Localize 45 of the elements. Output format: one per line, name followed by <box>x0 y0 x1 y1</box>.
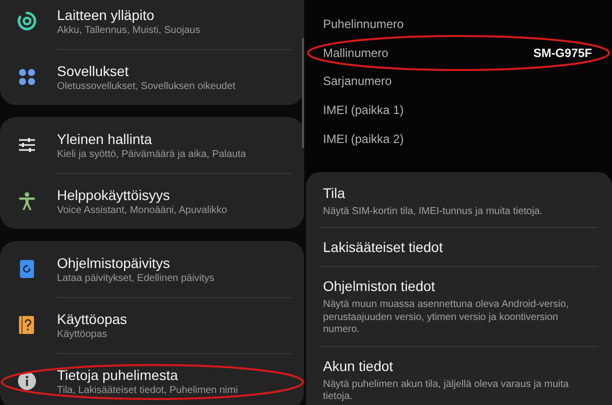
field-label: Sarjanumero <box>323 74 392 88</box>
field-value: SM-G975F <box>533 46 592 60</box>
item-title: Tietoja puhelimesta <box>57 366 178 384</box>
sliders-icon <box>18 138 34 152</box>
item-subtitle: Näytä puhelimen akun tila, jäljellä oleva varaus ja muita tietoja. <box>323 378 570 404</box>
item-subtitle: Näytä muun muassa asennettuna oleva Android-versio, perustaajuuden versio, ytimen versio ja koontiversion numero. <box>323 299 570 337</box>
item-subtitle: Tila, Lakisääteiset tiedot, Puhelimen nimi <box>57 384 238 397</box>
circular-arrow-icon <box>16 11 36 31</box>
field-label: IMEI (paikka 2) <box>323 132 404 146</box>
item-title: Sovellukset <box>57 62 129 80</box>
item-title: Ohjelmistopäivitys <box>57 254 170 272</box>
help-book-icon <box>19 316 34 334</box>
item-subtitle: Käyttöopas <box>57 328 108 341</box>
item-subtitle: Akku, Tallennus, Muisti, Suojaus <box>57 24 200 36</box>
field-label: IMEI (paikka 1) <box>323 103 404 118</box>
item-title: Ohjelmiston tiedot <box>323 277 436 296</box>
accessibility-icon <box>18 192 34 210</box>
item-subtitle: Lataa päivitykset, Edellinen päivitys <box>57 272 214 284</box>
info-icon <box>18 372 36 390</box>
info-item[interactable]: Lakisääteiset tiedot <box>320 227 598 266</box>
settings-item[interactable]: Sovellukset Oletussovellukset, Sovelluksen oikeudet <box>0 49 304 105</box>
item-subtitle: Oletussovellukset, Sovelluksen oikeudet <box>57 80 236 93</box>
settings-item[interactable]: Yleinen hallinta Kieli ja syöttö, Päivämäärä ja aika, Palauta <box>0 117 304 173</box>
field-label: Mallinumero <box>323 46 388 60</box>
item-subtitle: Kieli ja syöttö, Päivämäärä ja aika, Palauta <box>57 148 246 160</box>
info-item[interactable]: Akun tiedot Näytä puhelimen akun tila, jäljellä oleva varaus ja muita tietoja. <box>320 346 598 405</box>
settings-item[interactable]: Ohjelmistopäivitys Lataa päivitykset, Edellinen päivitys <box>0 241 304 297</box>
item-title: Lakisääteiset tiedot <box>323 238 443 258</box>
item-title: Yleinen hallinta <box>57 130 152 148</box>
settings-item[interactable]: Tietoja puhelimesta Tila, Lakisääteiset tiedot, Puhelimen nimi <box>0 353 304 405</box>
item-title: Käyttöopas <box>57 310 128 328</box>
settings-item[interactable]: Käyttöopas Käyttöopas <box>0 297 304 353</box>
info-item[interactable]: Tila Näytä SIM-kortin tila, IMEI-tunnus ja muita tietoja. <box>320 172 598 228</box>
item-subtitle: Voice Assistant, Monoääni, Apuvalikko <box>57 204 228 217</box>
settings-item[interactable]: Helppokäyttöisyys Voice Assistant, Monoääni, Apuvalikko <box>0 173 304 229</box>
item-title: Tila <box>323 184 346 203</box>
settings-item[interactable]: Laitteen ylläpito Akku, Tallennus, Muisti, Suojaus <box>0 0 304 49</box>
apps-grid-icon <box>18 68 36 86</box>
field-label: Puhelinnumero <box>323 17 404 32</box>
update-icon <box>20 260 34 278</box>
item-subtitle: Näytä SIM-kortin tila, IMEI-tunnus ja muita tietoja. <box>323 206 544 218</box>
info-item[interactable]: Ohjelmiston tiedot Näytä muun muassa asennettuna oleva Android-versio, perustaajuuden versio, ytimen versio ja koontiversion numero. <box>320 266 598 346</box>
item-title: Laitteen ylläpito <box>57 6 154 24</box>
item-title: Akun tiedot <box>323 356 394 376</box>
item-title: Helppokäyttöisyys <box>57 186 170 204</box>
